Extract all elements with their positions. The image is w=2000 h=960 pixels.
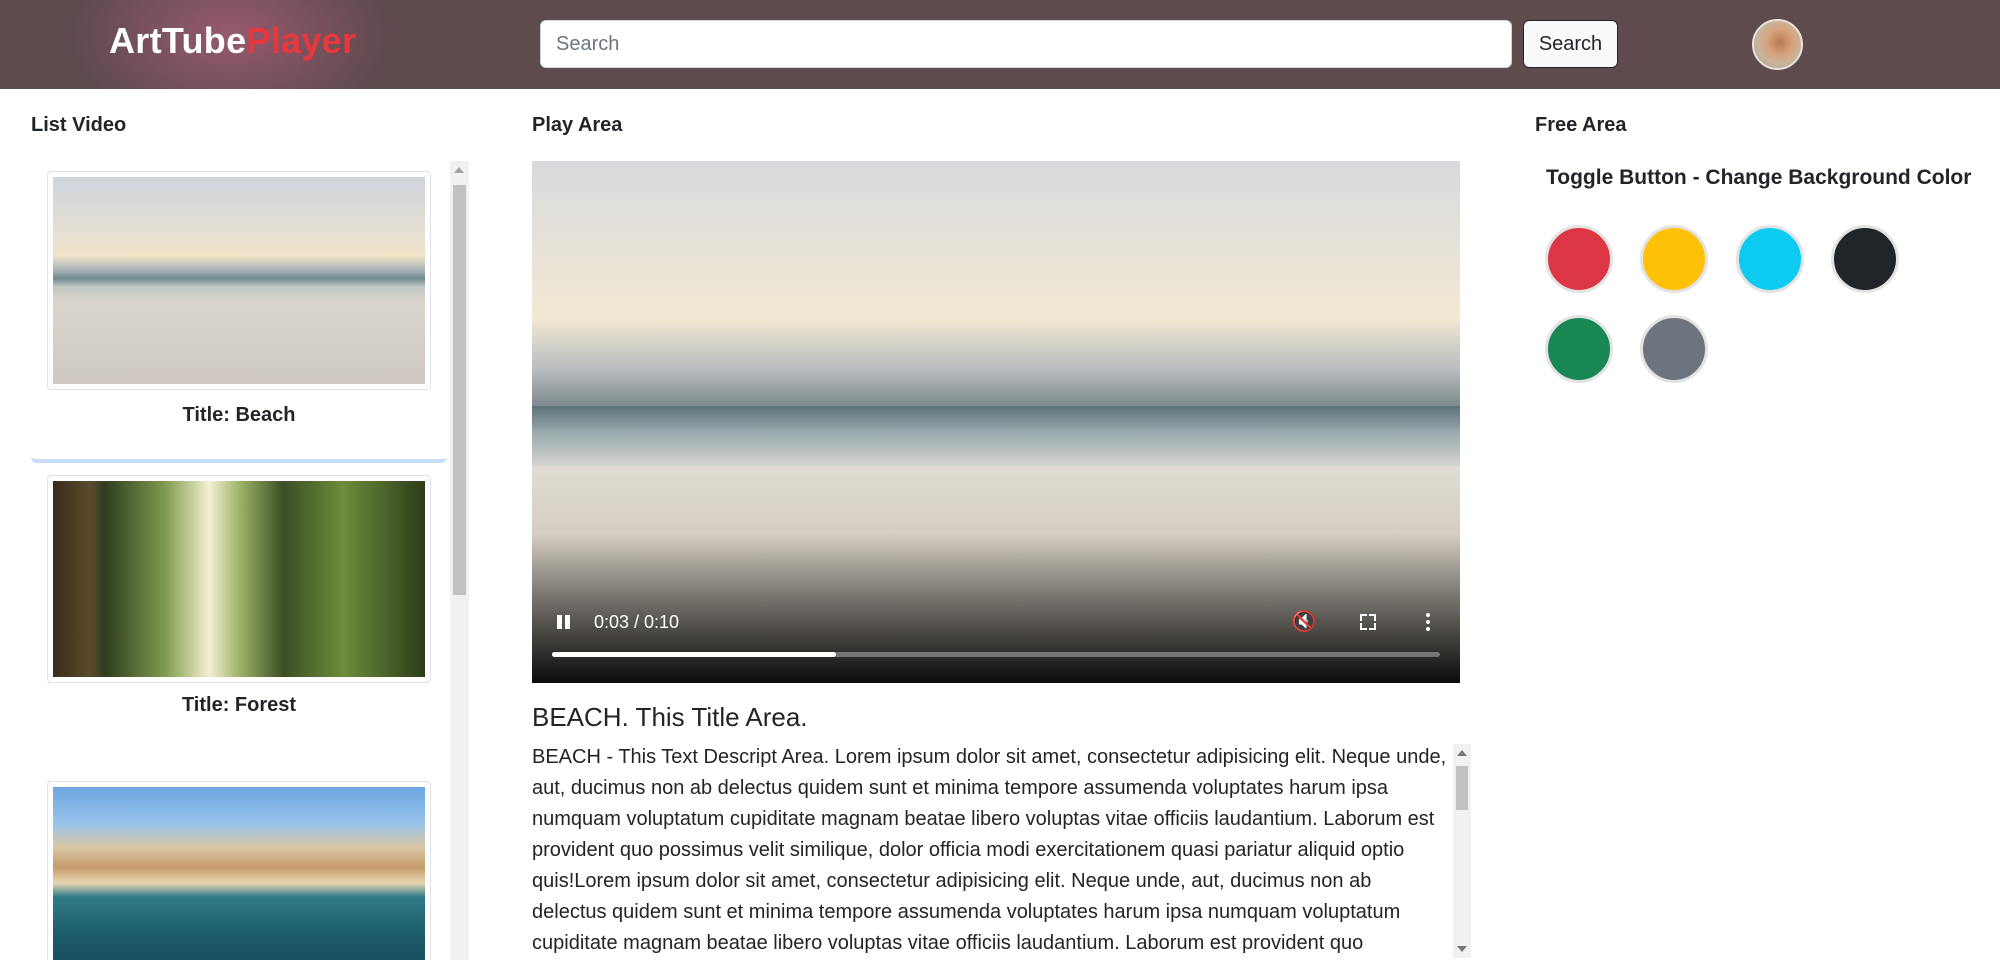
video-item-beach[interactable]: Title: Beach [31, 161, 447, 463]
video-frame-sea [532, 406, 1460, 466]
swatch-gray-button[interactable] [1640, 315, 1708, 383]
search-button[interactable]: Search [1523, 20, 1618, 68]
video-controls-gradient [532, 533, 1460, 683]
free-area-heading: Free Area [1535, 114, 1627, 136]
scroll-up-arrow-icon[interactable] [1457, 750, 1467, 756]
video-description-box: BEACH - This Text Descript Area. Lorem i… [532, 742, 1471, 960]
play-area-heading: Play Area [532, 114, 623, 136]
video-description: BEACH - This Text Descript Area. Lorem i… [532, 746, 1447, 954]
swatch-red-button[interactable] [1545, 225, 1613, 293]
brand-logo[interactable]: ArtTubePlayer [109, 20, 356, 62]
video-title: BEACH. This Title Area. [532, 702, 808, 732]
thumbnail-card [47, 781, 431, 960]
volume-icon[interactable]: 🔇 [1290, 608, 1318, 636]
toggle-title: Toggle Button - Change Background Color [1546, 166, 1972, 189]
navbar: ArtTubePlayer Search [0, 0, 2000, 89]
brand-accent: Player [246, 20, 357, 61]
video-list-scroll-thumb[interactable] [453, 185, 466, 595]
search-input[interactable] [540, 20, 1512, 68]
list-video-heading: List Video [31, 114, 127, 136]
swatch-yellow-button[interactable] [1640, 225, 1708, 293]
video-list: Title: Beach Title: Forest [31, 161, 469, 960]
scroll-down-arrow-icon[interactable] [1457, 946, 1467, 952]
user-avatar[interactable] [1752, 19, 1803, 70]
swatch-dark-button[interactable] [1831, 225, 1899, 293]
pause-icon[interactable] [554, 610, 574, 634]
video-item-title: Title: Beach [182, 404, 296, 426]
thumbnail-beach [53, 177, 425, 384]
thumbnail-card [47, 475, 431, 683]
brand-main: ArtTube [109, 20, 247, 61]
description-scroll-thumb[interactable] [1456, 766, 1468, 810]
swatch-green-button[interactable] [1545, 315, 1613, 383]
video-item-forest[interactable]: Title: Forest [31, 465, 447, 750]
video-player[interactable]: 0:03 / 0:10 🔇 [532, 161, 1460, 683]
more-vertical-icon[interactable] [1418, 608, 1438, 636]
video-item-pier[interactable] [31, 771, 447, 960]
thumbnail-forest [53, 481, 425, 677]
description-scrollbar[interactable] [1453, 744, 1471, 958]
video-progress-fill [552, 652, 837, 657]
fullscreen-icon[interactable] [1354, 608, 1382, 636]
video-item-title: Title: Forest [181, 694, 297, 716]
swatch-cyan-button[interactable] [1736, 225, 1804, 293]
thumbnail-card [47, 171, 431, 390]
video-time: 0:03 / 0:10 [594, 612, 680, 632]
video-progress-bar[interactable] [552, 652, 1440, 657]
scroll-up-arrow-icon[interactable] [454, 167, 464, 173]
video-list-scrollbar[interactable] [450, 161, 469, 960]
thumbnail-pier [53, 787, 425, 960]
